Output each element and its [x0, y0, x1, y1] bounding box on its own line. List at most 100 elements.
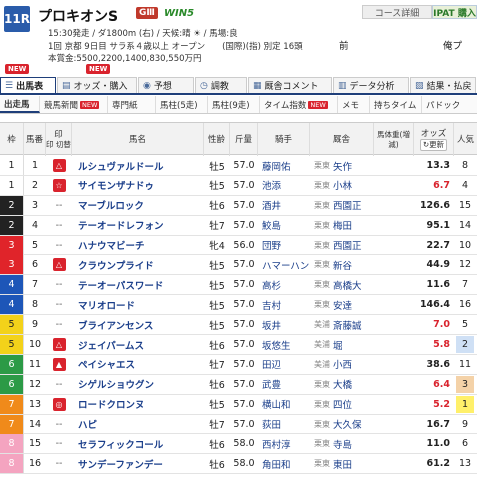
trainer-cell[interactable]: 栗東 高橋大: [314, 275, 374, 294]
mark-cell[interactable]: --: [46, 454, 72, 473]
trainer-link[interactable]: 新谷: [333, 258, 352, 272]
trainer-link[interactable]: 四位: [333, 397, 352, 411]
horse-name-link[interactable]: マリオロード: [78, 295, 204, 314]
table-row[interactable]: 2 3 -- マーブルロック 牡6 57.0 酒井 栗東 西園正 126.6 15: [0, 195, 477, 216]
mark-cell[interactable]: △: [46, 156, 72, 175]
table-row[interactable]: 1 2 ☆ サイモンザナドゥ 牡5 57.0 池添 栗東 小林 6.7 4: [0, 175, 477, 196]
jockey-link[interactable]: 団野: [262, 236, 310, 255]
subtab-horses[interactable]: 出走馬: [0, 96, 40, 113]
subtab-past9[interactable]: 馬柱(9走): [208, 96, 260, 113]
subtab-memo[interactable]: メモ: [338, 96, 370, 113]
tab-yoso[interactable]: ◉ 予想: [138, 77, 194, 93]
jockey-link[interactable]: 荻田: [262, 415, 310, 434]
mark-cell[interactable]: --: [46, 375, 72, 394]
horse-name-link[interactable]: サイモンザナドゥ: [78, 176, 204, 195]
prev-race-link[interactable]: 前: [339, 38, 349, 52]
jockey-link[interactable]: 坂井: [262, 315, 310, 334]
trainer-link[interactable]: 高橋大: [333, 278, 362, 292]
jockey-link[interactable]: 武豊: [262, 375, 310, 394]
tab-chokyo[interactable]: ◷ 調教: [195, 77, 247, 93]
mark-cell[interactable]: --: [46, 415, 72, 434]
tab-comment[interactable]: ▦ 厩舎コメント: [248, 77, 332, 93]
mark-cell[interactable]: ☆: [46, 176, 72, 195]
subtab-newspaper[interactable]: 競馬新聞 NEW: [40, 96, 108, 113]
table-row[interactable]: 3 5 -- ハナウマビーチ 牝4 56.0 団野 栗東 西園正 22.7 10: [0, 235, 477, 256]
horse-name-link[interactable]: シゲルショウグン: [78, 375, 204, 394]
table-row[interactable]: 4 7 -- テーオーパスワード 牡5 57.0 高杉 栗東 高橋大 11.6 7: [0, 275, 477, 296]
trainer-cell[interactable]: 美浦 斎藤誠: [314, 315, 374, 334]
horse-name-link[interactable]: ハピ: [78, 415, 204, 434]
mark-cell[interactable]: --: [46, 196, 72, 215]
horse-name-link[interactable]: クラウンプライド: [78, 255, 204, 274]
trainer-link[interactable]: 矢作: [333, 159, 352, 173]
jockey-link[interactable]: 酒井: [262, 196, 310, 215]
trainer-link[interactable]: 西園正: [333, 238, 362, 252]
jockey-link[interactable]: 坂悠生: [262, 335, 310, 354]
horse-name-link[interactable]: サンデーファンデー: [78, 454, 204, 473]
trainer-link[interactable]: 堀: [333, 338, 343, 352]
jockey-link[interactable]: 高杉: [262, 275, 310, 294]
horse-name-link[interactable]: ハナウマビーチ: [78, 236, 204, 255]
mark-cell[interactable]: --: [46, 275, 72, 294]
mark-cell[interactable]: --: [46, 315, 72, 334]
trainer-cell[interactable]: 栗東 梅田: [314, 216, 374, 235]
odds-refresh-button[interactable]: ↻更新: [419, 138, 448, 151]
subtab-best-time[interactable]: 持ちタイム: [370, 96, 422, 113]
table-row[interactable]: 5 9 -- ブライアンセンス 牡5 57.0 坂井 美浦 斎藤誠 7.0 5: [0, 315, 477, 336]
mark-cell[interactable]: --: [46, 216, 72, 235]
jockey-link[interactable]: 池添: [262, 176, 310, 195]
subtab-special[interactable]: 専門紙: [108, 96, 156, 113]
table-row[interactable]: 6 11 ▲ ペイシャエス 牡7 57.0 田辺 美浦 小西 38.6 11: [0, 354, 477, 375]
col-mark[interactable]: 印印 切替: [46, 123, 72, 156]
horse-name-link[interactable]: ブライアンセンス: [78, 315, 204, 334]
horse-name-link[interactable]: テーオーパスワード: [78, 275, 204, 294]
trainer-cell[interactable]: 栗東 西園正: [314, 236, 374, 255]
table-row[interactable]: 1 1 △ ルシュヴァルドール 牡5 57.0 藤岡佑 栗東 矢作 13.3 8: [0, 156, 477, 176]
trainer-link[interactable]: 大橋: [333, 377, 352, 391]
jockey-link[interactable]: 横山和: [262, 395, 310, 414]
subtab-past5[interactable]: 馬柱(5走): [156, 96, 208, 113]
tab-odds[interactable]: ▤ オッズ・購入: [57, 77, 137, 93]
trainer-cell[interactable]: 栗東 安達: [314, 295, 374, 314]
tab-result[interactable]: ▧ 結果・払戻: [410, 77, 476, 93]
jockey-link[interactable]: 鮫島: [262, 216, 310, 235]
subtab-time-index[interactable]: タイム指数 NEW: [260, 96, 338, 113]
mark-cell[interactable]: --: [46, 236, 72, 255]
mark-cell[interactable]: ◎: [46, 395, 72, 414]
trainer-cell[interactable]: 美浦堀: [314, 335, 374, 354]
horse-name-link[interactable]: マーブルロック: [78, 196, 204, 215]
tab-shutuba[interactable]: ☰ 出馬表: [0, 77, 56, 93]
horse-name-link[interactable]: ルシュヴァルドール: [78, 156, 204, 175]
trainer-cell[interactable]: 栗東 西園正: [314, 196, 374, 215]
trainer-cell[interactable]: 美浦 小西: [314, 355, 374, 374]
horse-name-link[interactable]: ペイシャエス: [78, 355, 204, 374]
trainer-cell[interactable]: 栗東 大橋: [314, 375, 374, 394]
trainer-cell[interactable]: 栗東 新谷: [314, 255, 374, 274]
trainer-link[interactable]: 西園正: [333, 198, 362, 212]
mark-cell[interactable]: --: [46, 295, 72, 314]
table-row[interactable]: 7 14 -- ハピ 牡7 57.0 荻田 栗東 大久保 16.7 9: [0, 414, 477, 435]
horse-name-link[interactable]: ジェイパームス: [78, 335, 204, 354]
tab-data[interactable]: ▥ データ分析: [333, 77, 409, 93]
table-row[interactable]: 3 6 △ クラウンプライド 牡5 57.0 ハマーハン 栗東 新谷 44.9 12: [0, 255, 477, 276]
jockey-link[interactable]: ハマーハン: [262, 255, 310, 274]
table-row[interactable]: 2 4 -- テーオードレフォン 牡7 57.0 鮫島 栗東 梅田 95.1 14: [0, 215, 477, 236]
table-row[interactable]: 6 12 -- シゲルショウグン 牡6 57.0 武豊 栗東 大橋 6.4 3: [0, 374, 477, 395]
jockey-link[interactable]: 西村淳: [262, 434, 310, 453]
mark-cell[interactable]: △: [46, 255, 72, 274]
course-detail-button[interactable]: コース詳細: [362, 5, 432, 19]
jockey-link[interactable]: 角田和: [262, 454, 310, 473]
next-race-link[interactable]: 俺プ: [443, 38, 462, 52]
table-row[interactable]: 7 13 ◎ ロードクロンヌ 牡5 57.0 横山和 栗東 四位 5.2 1: [0, 394, 477, 415]
trainer-cell[interactable]: 栗東 寺島: [314, 434, 374, 453]
trainer-cell[interactable]: 栗東 小林: [314, 176, 374, 195]
trainer-link[interactable]: 寺島: [333, 437, 352, 451]
trainer-link[interactable]: 小西: [333, 357, 352, 371]
trainer-link[interactable]: 小林: [333, 178, 352, 192]
mark-cell[interactable]: ▲: [46, 355, 72, 374]
jockey-link[interactable]: 藤岡佑: [262, 156, 310, 175]
mark-cell[interactable]: △: [46, 335, 72, 354]
trainer-link[interactable]: 大久保: [333, 417, 362, 431]
table-row[interactable]: 8 15 -- セラフィックコール 牡6 58.0 西村淳 栗東 寺島 11.0 6: [0, 434, 477, 455]
horse-name-link[interactable]: テーオードレフォン: [78, 216, 204, 235]
